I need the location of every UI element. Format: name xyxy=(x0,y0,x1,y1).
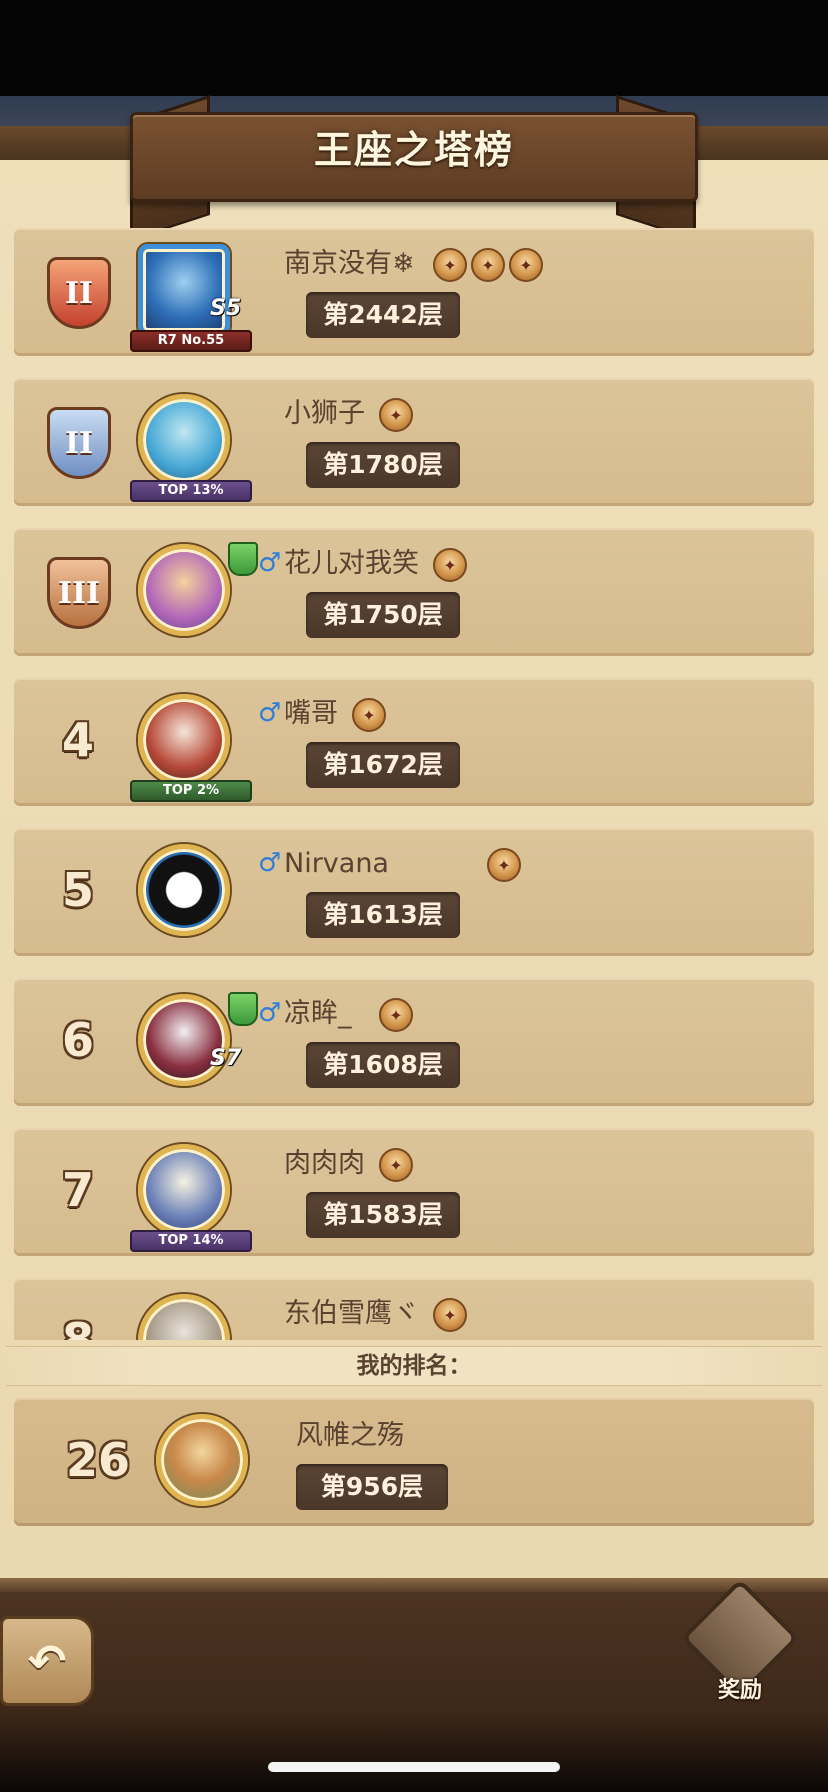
rank-badge-numeral: II xyxy=(64,425,94,461)
medal-icon[interactable]: ✦ xyxy=(487,848,521,882)
player-avatar[interactable] xyxy=(138,694,230,786)
medal-list: ✦ xyxy=(379,998,413,1036)
medal-icon[interactable]: ✦ xyxy=(509,248,543,282)
medal-icon[interactable]: ✦ xyxy=(433,1298,467,1332)
player-name: 肉肉肉 xyxy=(284,1148,365,1179)
rank-badge-icon: II xyxy=(38,252,120,334)
male-gender-icon: ♂ xyxy=(258,848,282,878)
medal-icon[interactable]: ✦ xyxy=(471,248,505,282)
rank-badge-shield: II xyxy=(47,407,111,479)
status-bar-area xyxy=(0,0,828,96)
floor-count: 第1780层 xyxy=(306,442,460,488)
my-player-name: 风帷之殇 xyxy=(296,1420,404,1451)
floor-count: 第1750层 xyxy=(306,592,460,638)
male-gender-icon: ♂ xyxy=(258,698,282,728)
medal-list: ✦ xyxy=(379,1148,413,1186)
medal-list: ✦ ✦ ✦ xyxy=(433,248,543,286)
rank-number: 7 xyxy=(61,1163,94,1217)
player-avatar[interactable] xyxy=(138,394,230,486)
player-avatar[interactable] xyxy=(138,544,230,636)
floor-count: 第2442层 xyxy=(306,292,460,338)
home-indicator[interactable] xyxy=(268,1762,560,1772)
reward-button[interactable]: 奖励 xyxy=(680,1578,800,1714)
avatar-tag: TOP 14% xyxy=(130,1230,252,1252)
medal-list: ✦ xyxy=(433,1298,467,1336)
leaderboard-row[interactable]: 7 TOP 14% 肉肉肉 ✦ 第1583层 xyxy=(14,1128,814,1256)
avatar-tag: TOP 2% xyxy=(130,780,252,802)
rank-badge-numeral: III xyxy=(57,575,101,611)
rank-badge-icon: II xyxy=(38,402,120,484)
leaderboard-row[interactable]: 6 S7 ♂ 凉眸_ ✦ 第1608层 xyxy=(14,978,814,1106)
medal-icon[interactable]: ✦ xyxy=(433,248,467,282)
floor-count: 第1608层 xyxy=(306,1042,460,1088)
group-flag-icon xyxy=(228,992,258,1026)
reward-label: 奖励 xyxy=(717,1678,762,1703)
medal-icon[interactable]: ✦ xyxy=(433,548,467,582)
group-flag-icon xyxy=(228,542,258,576)
my-floor-count: 第956层 xyxy=(296,1464,448,1510)
rank-number: 5 xyxy=(61,863,94,917)
player-name: 花儿对我笑 xyxy=(284,548,419,579)
rank-number: 6 xyxy=(61,1013,94,1067)
leaderboard-list[interactable]: II S5 R7 No.55 南京没有❄ ✦ ✦ ✦ 第2442层 II TOP 13% 小狮子 ✦ 第… xyxy=(0,228,828,1340)
my-avatar[interactable] xyxy=(156,1414,248,1506)
season-label: S7 xyxy=(210,1046,242,1071)
avatar-tag: TOP 13% xyxy=(130,480,252,502)
player-name: 嘴哥 xyxy=(284,698,338,729)
leaderboard-row[interactable]: II TOP 13% 小狮子 ✦ 第1780层 xyxy=(14,378,814,506)
medal-icon[interactable]: ✦ xyxy=(352,698,386,732)
leaderboard-row[interactable]: II S5 R7 No.55 南京没有❄ ✦ ✦ ✦ 第2442层 xyxy=(14,228,814,356)
leaderboard-row[interactable]: III ♂ 花儿对我笑 ✦ 第1750层 xyxy=(14,528,814,656)
rank-badge-shield: III xyxy=(47,557,111,629)
player-name: 东伯雪鹰ヾ xyxy=(284,1298,419,1329)
medal-icon[interactable]: ✦ xyxy=(379,1148,413,1182)
floor-count: 第1583层 xyxy=(306,1192,460,1238)
floor-count: 第1672层 xyxy=(306,742,460,788)
male-gender-icon: ♂ xyxy=(258,998,282,1028)
player-name: 凉眸_ xyxy=(284,998,352,1029)
season-label: S5 xyxy=(210,296,242,321)
rank-badge-icon: III xyxy=(38,552,120,634)
leaderboard-row[interactable]: 8 东伯雪鹰ヾ ✦ xyxy=(14,1278,814,1340)
my-rank-row[interactable]: 26 风帷之殇 第956层 xyxy=(14,1398,814,1526)
medal-list: ✦ xyxy=(433,548,467,586)
player-avatar[interactable] xyxy=(138,844,230,936)
rank-badge-numeral: II xyxy=(64,275,94,311)
medal-icon[interactable]: ✦ xyxy=(379,998,413,1032)
my-rank-number: 26 xyxy=(65,1433,130,1487)
player-avatar[interactable] xyxy=(138,1144,230,1236)
player-name: 小狮子 xyxy=(284,398,365,429)
male-gender-icon: ♂ xyxy=(258,548,282,578)
player-avatar[interactable] xyxy=(138,1294,230,1340)
medal-list: ✦ xyxy=(487,848,521,886)
leaderboard-row[interactable]: 4 TOP 2% ♂ 嘴哥 ✦ 第1672层 xyxy=(14,678,814,806)
avatar-tag: R7 No.55 xyxy=(130,330,252,352)
my-rank-label: 我的排名： xyxy=(356,1353,472,1379)
rank-number: 4 xyxy=(61,713,94,767)
player-avatar[interactable] xyxy=(138,244,230,336)
page-title: 王座之塔榜 xyxy=(313,128,514,172)
rank-number: 8 xyxy=(61,1313,94,1340)
medal-list: ✦ xyxy=(379,398,413,436)
medal-icon[interactable]: ✦ xyxy=(379,398,413,432)
back-button[interactable]: ↶ xyxy=(0,1616,94,1706)
rank-badge-shield: II xyxy=(47,257,111,329)
floor-count: 第1613层 xyxy=(306,892,460,938)
medal-list: ✦ xyxy=(352,698,386,736)
player-avatar[interactable] xyxy=(138,994,230,1086)
leaderboard-row[interactable]: 5 ♂ Nirvana ✦ 第1613层 xyxy=(14,828,814,956)
back-arrow-icon: ↶ xyxy=(27,1634,67,1688)
